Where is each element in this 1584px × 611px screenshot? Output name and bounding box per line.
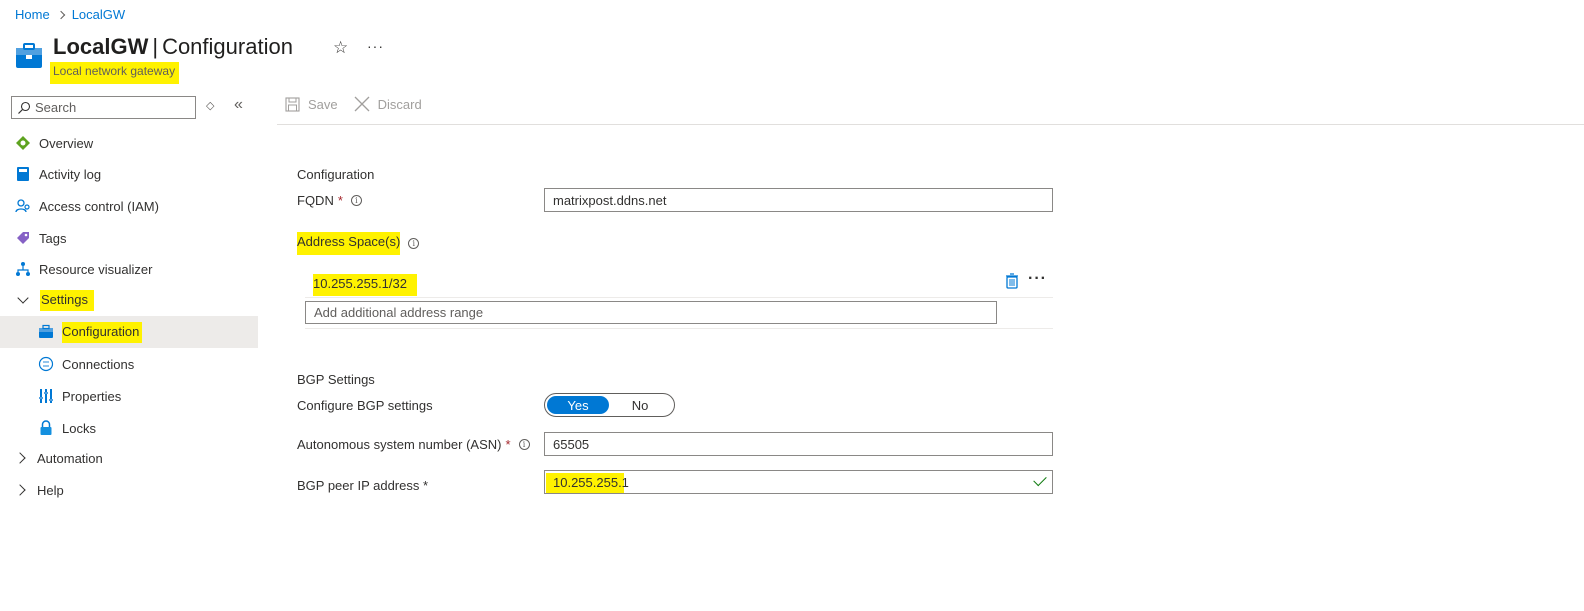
sidebar-item-configuration[interactable]: Configuration [0, 316, 258, 348]
discard-button[interactable]: Discard [354, 96, 422, 112]
collapse-sidebar-icon[interactable]: « [234, 96, 243, 114]
peer-ip-field[interactable] [544, 470, 1053, 494]
configuration-section-title: Configuration [297, 167, 375, 182]
sidebar-item-label: Access control (IAM) [39, 198, 159, 214]
sidebar-group-help[interactable]: Help [14, 475, 64, 505]
additional-address-input[interactable] [314, 305, 996, 320]
info-icon[interactable]: i [408, 238, 420, 249]
bgp-section-title: BGP Settings [297, 372, 375, 387]
overview-icon [16, 136, 30, 150]
address-space-label: Address Space(s) i [297, 232, 420, 255]
peer-ip-input[interactable] [553, 474, 1052, 490]
save-button[interactable]: Save [285, 97, 338, 112]
asn-label-text: Autonomous system number (ASN) [297, 437, 502, 452]
resource-type-subtitle: Local network gateway [50, 62, 180, 84]
configure-bgp-label: Configure BGP settings [297, 398, 433, 413]
sidebar-item-label: Overview [39, 135, 94, 151]
lock-icon [40, 420, 52, 435]
address-space-value: 10.255.255.1/32 [313, 274, 417, 296]
chevron-right-icon [14, 484, 26, 496]
required-marker: * [337, 193, 343, 208]
sidebar-item-label: Settings [40, 289, 94, 311]
configuration-icon [39, 324, 53, 338]
search-icon [18, 101, 31, 114]
properties-icon [39, 389, 53, 403]
row-more-icon[interactable]: ··· [1028, 270, 1047, 288]
more-icon[interactable]: ··· [367, 38, 384, 54]
subtitle-text: Local network gateway [50, 62, 180, 84]
breadcrumb-current-link[interactable]: LocalGW [72, 7, 125, 22]
discard-label: Discard [377, 96, 422, 112]
sidebar-item-label: Locks [62, 420, 96, 436]
sidebar-item-locks[interactable]: Locks [38, 413, 96, 443]
sidebar-item-connections[interactable]: Connections [38, 349, 134, 379]
sidebar-item-overview[interactable]: Overview [15, 128, 93, 158]
breadcrumb-home-link[interactable]: Home [15, 7, 50, 22]
sidebar-group-settings[interactable]: Settings [17, 285, 94, 315]
chevron-right-icon [14, 452, 26, 464]
iam-icon [15, 199, 30, 213]
sidebar-item-activity-log[interactable]: Activity log [15, 159, 101, 189]
asn-field[interactable] [544, 432, 1053, 456]
connections-icon [38, 356, 54, 372]
sidebar-search-box[interactable] [11, 96, 196, 119]
bgp-no-option[interactable]: No [609, 396, 671, 414]
fqdn-label: FQDN * i [297, 193, 362, 208]
toolbar-divider [277, 124, 1584, 125]
asn-label: Autonomous system number (ASN) * i [297, 437, 530, 452]
fqdn-label-text: FQDN [297, 193, 334, 208]
chevron-down-icon [17, 292, 29, 304]
sidebar-item-label: Help [37, 482, 64, 498]
additional-address-field[interactable] [305, 301, 997, 324]
page-name: Configuration [162, 34, 293, 59]
expand-collapse-icon[interactable]: ◇ [206, 99, 214, 112]
asn-input[interactable] [553, 436, 1052, 452]
sidebar-item-label: Properties [62, 388, 122, 404]
sidebar-item-tags[interactable]: Tags [15, 223, 66, 253]
activity-log-icon [17, 167, 29, 181]
configure-bgp-toggle[interactable]: Yes No [544, 393, 675, 417]
peer-ip-label-text: BGP peer IP address * [297, 476, 428, 499]
fqdn-input[interactable] [553, 192, 1052, 208]
bgp-yes-option[interactable]: Yes [547, 396, 609, 414]
title-separator: | [152, 34, 159, 59]
sidebar-item-label: Connections [62, 356, 135, 372]
save-label: Save [308, 96, 338, 112]
delete-icon[interactable] [1005, 273, 1019, 289]
sidebar-search-input[interactable] [35, 100, 185, 115]
address-space-row: 10.255.255.1/32 [313, 274, 417, 296]
close-icon [354, 96, 370, 112]
resource-name: LocalGW [53, 34, 149, 59]
sidebar-item-label: Tags [39, 230, 67, 246]
fqdn-field[interactable] [544, 188, 1053, 212]
sidebar-item-label: Automation [37, 450, 103, 466]
address-space-label-text: Address Space(s) [297, 232, 401, 255]
sidebar-item-properties[interactable]: Properties [38, 381, 121, 411]
required-marker: * [423, 478, 429, 493]
sidebar-item-label: Resource visualizer [39, 261, 153, 277]
save-icon [285, 96, 300, 112]
peer-ip-label-inner: BGP peer IP address [297, 478, 420, 493]
tag-icon [17, 232, 29, 244]
chevron-right-icon [56, 10, 65, 19]
star-icon[interactable]: ☆ [333, 38, 348, 58]
required-marker: * [505, 437, 511, 452]
sidebar-group-automation[interactable]: Automation [14, 443, 103, 473]
info-icon[interactable]: i [350, 195, 362, 206]
sidebar-item-iam[interactable]: Access control (IAM) [15, 191, 159, 221]
row-divider [305, 297, 1053, 298]
sidebar-item-label: Configuration [62, 321, 143, 343]
visualizer-icon [16, 262, 30, 276]
local-network-gateway-icon [16, 43, 42, 68]
row-divider [305, 328, 1053, 329]
page-title: LocalGW | Configuration [53, 34, 293, 60]
breadcrumb: Home LocalGW [15, 7, 125, 22]
info-icon[interactable]: i [518, 439, 530, 450]
peer-ip-label: BGP peer IP address * [297, 476, 428, 499]
sidebar-item-resource-visualizer[interactable]: Resource visualizer [15, 254, 152, 284]
sidebar-item-label: Activity log [39, 166, 102, 182]
command-bar: Save Discard [285, 96, 438, 112]
